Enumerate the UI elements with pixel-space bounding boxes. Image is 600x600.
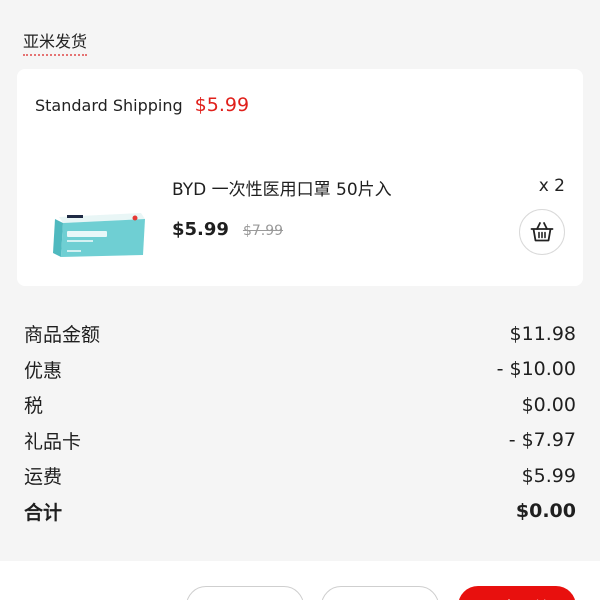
product-original-price: $7.99 [242,223,284,239]
summary-row-tax: 税 $0.00 [24,387,576,423]
shipping-row: Standard Shipping $5.99 [35,94,249,116]
price-summary: 商品金额 $11.98 优惠 - $10.00 税 $0.00 礼品卡 - $7… [24,316,576,529]
surgical-mask-box-image[interactable] [53,209,149,259]
summary-row-shipping: 运费 $5.99 [24,458,576,494]
basket-icon [530,222,554,242]
summary-label: 税 [24,395,44,418]
summary-value: $5.99 [521,464,576,487]
summary-value: $0.00 [521,393,576,416]
summary-row-discount: 优惠 - $10.00 [24,352,576,388]
review-button[interactable]: 去评价 [321,586,439,600]
summary-label: 商品金额 [24,324,101,347]
order-item-card: Standard Shipping $5.99 BYD 一次性医用口罩 50片入… [17,69,583,286]
summary-value: $11.98 [509,322,576,345]
seller-label: 亚米发货 [23,32,88,56]
summary-value: - $7.97 [508,429,576,452]
bottom-action-bar: 联系客服 去评价 再来一单 [0,561,600,600]
contact-seller-button[interactable]: 联系客服 [186,586,304,600]
product-quantity: x 2 [538,176,565,196]
total-value: $0.00 [515,500,576,523]
shipping-method-label: Standard Shipping [35,96,183,115]
summary-value: - $10.00 [496,358,576,381]
summary-label: 运费 [24,466,63,489]
summary-row-total: 合计 $0.00 [24,494,576,530]
shipping-price: $5.99 [194,94,250,116]
summary-label: 礼品卡 [24,430,82,453]
product-name[interactable]: BYD 一次性医用口罩 50片入 [172,175,392,200]
product-price-row: $5.99 $7.99 [172,219,283,240]
summary-label: 优惠 [24,359,63,382]
total-label: 合计 [24,501,63,524]
order-detail-page: 亚米发货 Standard Shipping $5.99 BYD 一次性医用口罩… [0,0,600,600]
summary-row-subtotal: 商品金额 $11.98 [24,316,576,352]
buy-again-button[interactable]: 再来一单 [458,586,576,600]
summary-row-gift-card: 礼品卡 - $7.97 [24,423,576,459]
add-to-cart-button[interactable] [519,209,565,255]
product-price: $5.99 [172,219,229,240]
